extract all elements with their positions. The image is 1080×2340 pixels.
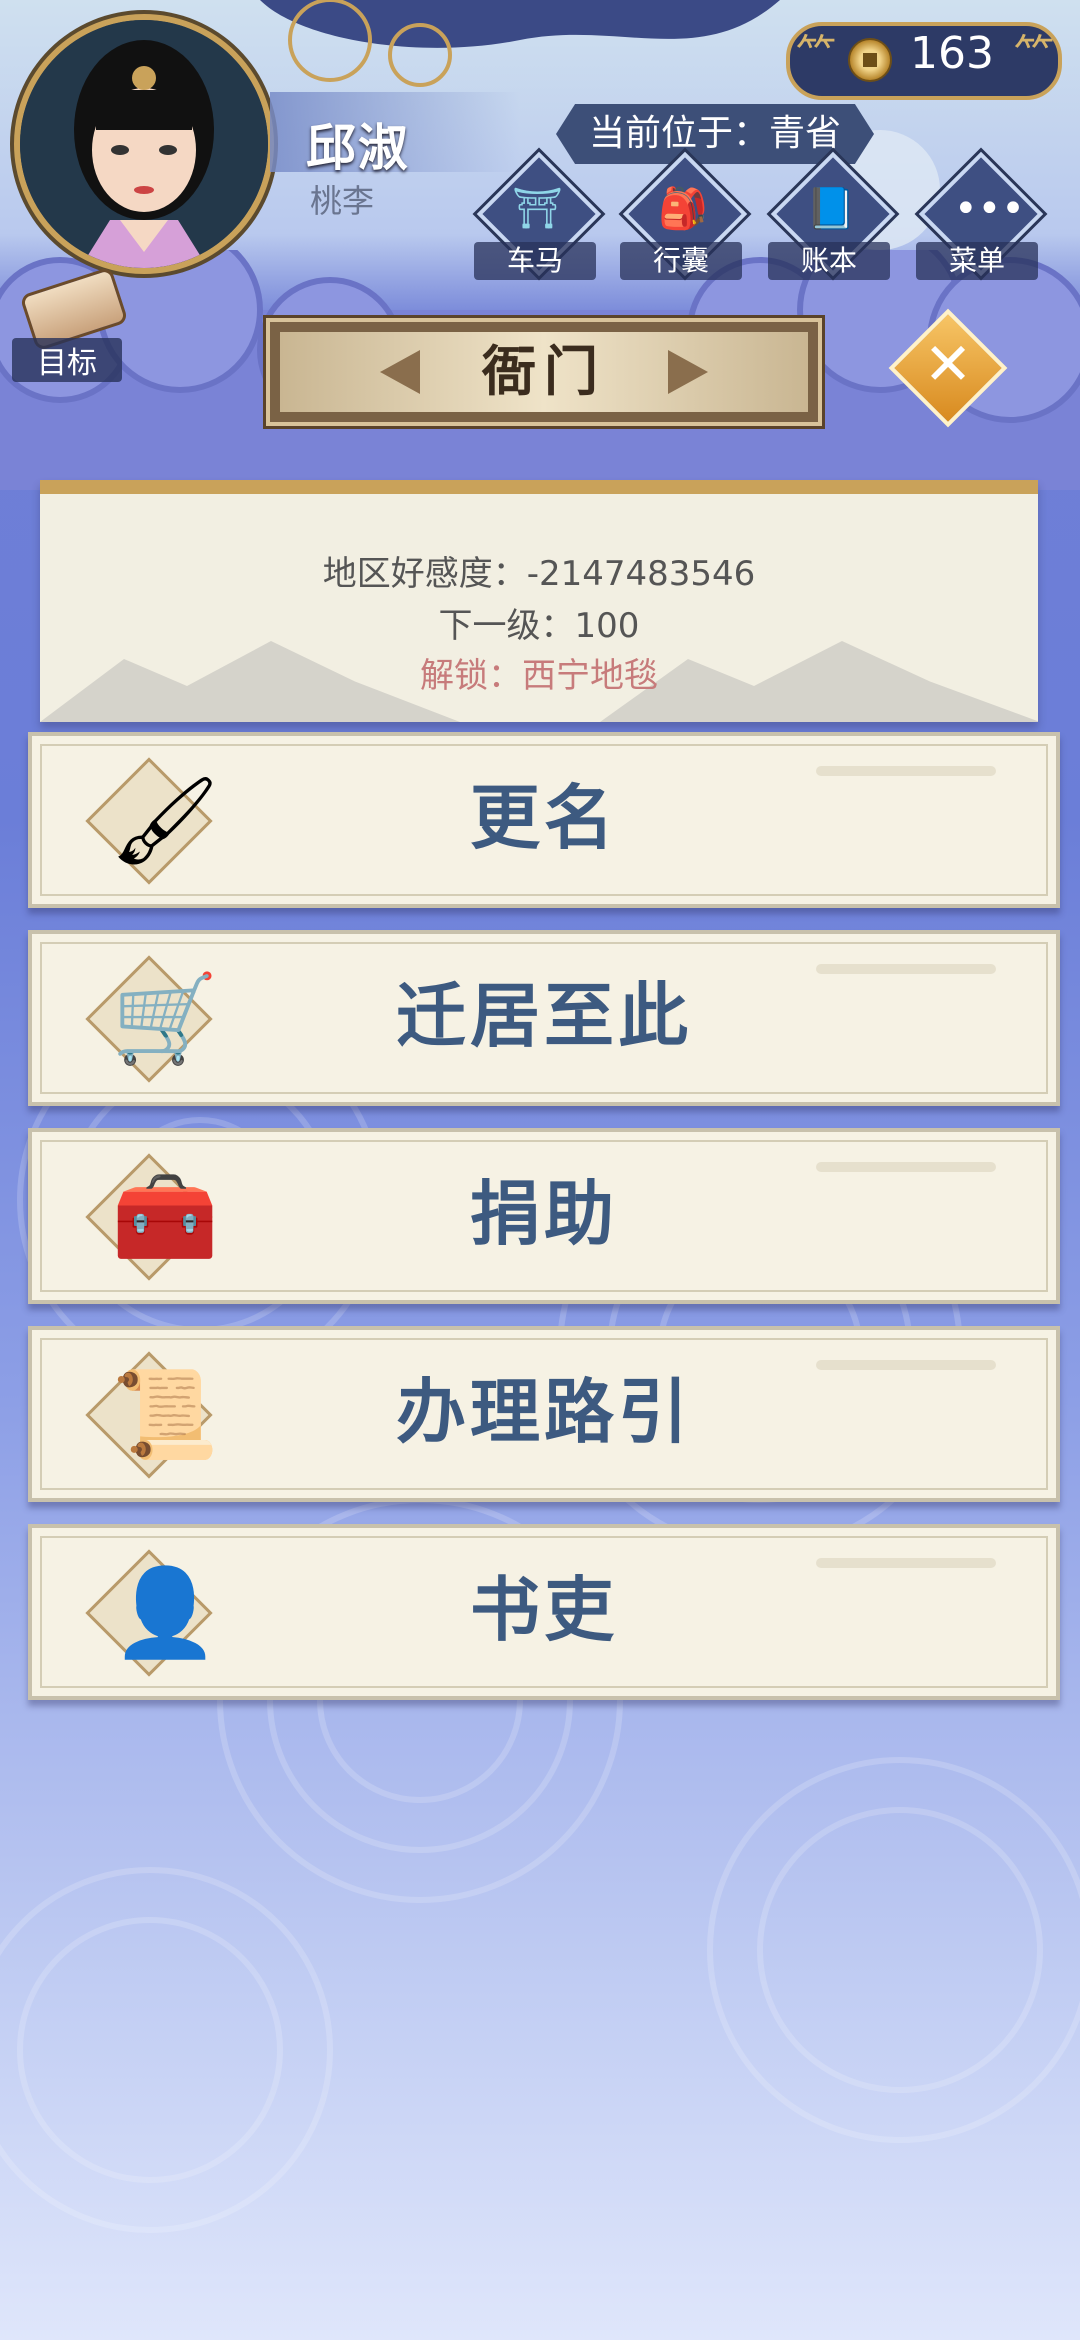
portrait-icon bbox=[20, 20, 268, 268]
nav-carriage-button[interactable]: ⛩ 车马 bbox=[474, 151, 602, 282]
clerk-button[interactable]: 👤 书吏 bbox=[28, 1524, 1060, 1700]
goal-button[interactable]: 目标 bbox=[12, 266, 129, 382]
nav-bag-button[interactable]: 🎒 行囊 bbox=[620, 151, 748, 282]
donate-button[interactable]: 🧰 捐助 bbox=[28, 1128, 1060, 1304]
bundle-icon: 🎒 bbox=[658, 186, 708, 232]
player-avatar[interactable] bbox=[14, 14, 274, 274]
page-title-banner: 衙门 bbox=[266, 318, 822, 426]
travel-permit-button[interactable]: 📜 办理路引 bbox=[28, 1326, 1060, 1502]
menu-label: 书吏 bbox=[470, 1569, 618, 1651]
menu-label: 更名 bbox=[470, 777, 618, 859]
player-name: 邱淑 bbox=[306, 119, 410, 177]
menu-label: 迁居至此 bbox=[396, 975, 692, 1057]
player-title: 桃李 bbox=[310, 182, 375, 220]
nav-label: 账本 bbox=[768, 242, 890, 280]
goal-label: 目标 bbox=[12, 338, 122, 382]
ledger-icon: 📘 bbox=[806, 186, 856, 232]
coin-count: 163 bbox=[910, 28, 994, 79]
more-icon: ••• bbox=[954, 186, 1025, 232]
nav-label: 行囊 bbox=[620, 242, 742, 280]
nav-label: 车马 bbox=[474, 242, 596, 280]
nav-label: 菜单 bbox=[916, 242, 1038, 280]
coin-icon bbox=[848, 38, 892, 82]
bamboo-right-icon: ⺮ bbox=[1014, 32, 1054, 78]
nav-menu-button[interactable]: ••• 菜单 bbox=[916, 151, 1044, 282]
unlock-reward: 解锁：西宁地毯 bbox=[420, 656, 658, 696]
nav-ledger-button[interactable]: 📘 账本 bbox=[768, 151, 896, 282]
carriage-icon: ⛩ bbox=[512, 186, 563, 232]
menu-label: 办理路引 bbox=[396, 1371, 692, 1453]
region-favor: 地区好感度：-2147483546 bbox=[322, 554, 756, 594]
current-location: 当前位于：青省 bbox=[556, 104, 874, 164]
menu-label: 捐助 bbox=[470, 1173, 618, 1255]
page-title: 衙门 bbox=[482, 340, 606, 403]
bamboo-left-icon: ⺮ bbox=[796, 32, 836, 78]
next-level: 下一级：100 bbox=[438, 606, 640, 646]
relocate-button[interactable]: 🛒 迁居至此 bbox=[28, 930, 1060, 1106]
region-info-panel: 地区好感度：-2147483546 下一级：100 解锁：西宁地毯 bbox=[40, 480, 1038, 722]
close-icon[interactable]: ✕ bbox=[908, 324, 988, 404]
rename-button[interactable]: 🖌 更名 bbox=[28, 732, 1060, 908]
